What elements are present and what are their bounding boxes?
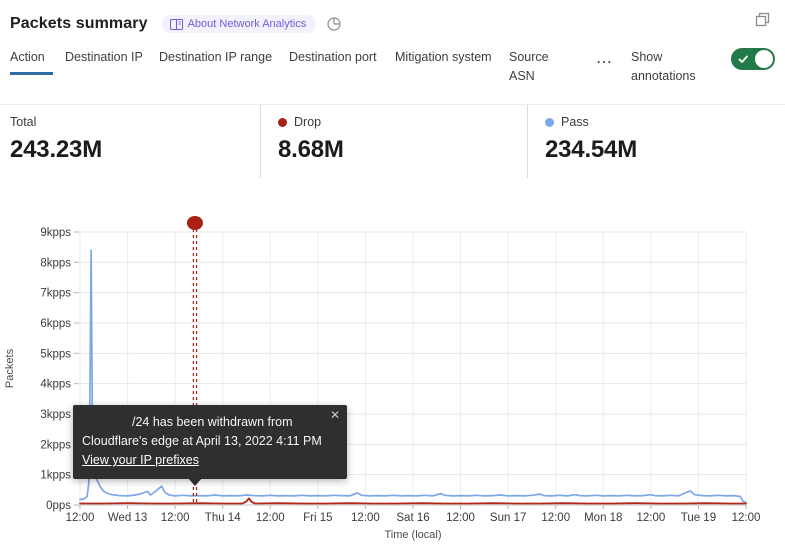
chart-area: 0pps 1kpps 2kpps 3kpps 4kpps 5kpps 6kpps 7kpps 8…	[0, 198, 785, 558]
svg-text:12:00: 12:00	[732, 512, 761, 524]
svg-text:8kpps: 8kpps	[40, 257, 71, 269]
packets-chart: 0pps 1kpps 2kpps 3kpps 4kpps 5kpps 6kpps 7kpps 8…	[0, 198, 785, 558]
stat-total-value: 243.23M	[10, 136, 260, 164]
badge-label: About Network Analytics	[188, 18, 307, 30]
svg-text:3kpps: 3kpps	[40, 409, 71, 421]
svg-text:12:00: 12:00	[161, 512, 190, 524]
summary-stats: Total 243.23M Drop 8.68M Pass 234.54M	[0, 104, 785, 178]
stat-drop: Drop 8.68M	[260, 105, 527, 178]
svg-text:4kpps: 4kpps	[40, 379, 71, 391]
book-icon	[170, 19, 183, 30]
annotation-tooltip: ✕ /24 has been withdrawn from Cloudflare…	[73, 405, 347, 479]
svg-text:12:00: 12:00	[636, 512, 665, 524]
svg-text:Thu 14: Thu 14	[205, 512, 241, 524]
stat-pass-label: Pass	[561, 115, 589, 129]
expand-window-icon[interactable]	[752, 9, 773, 33]
stat-pass: Pass 234.54M	[527, 105, 785, 178]
pass-legend-dot	[545, 118, 554, 127]
page-title: Packets summary	[10, 15, 148, 33]
svg-text:Packets: Packets	[4, 348, 16, 388]
svg-text:12:00: 12:00	[351, 512, 380, 524]
svg-text:0pps: 0pps	[46, 500, 71, 512]
tabs-overflow-icon[interactable]: ⋯	[596, 52, 613, 72]
tooltip-line1: /24 has been withdrawn from	[82, 413, 335, 432]
stat-total: Total 243.23M	[0, 105, 260, 178]
toggle-knob	[755, 50, 773, 68]
close-icon[interactable]: ✕	[330, 409, 340, 421]
svg-text:Mon 18: Mon 18	[584, 512, 622, 524]
svg-text:6kpps: 6kpps	[40, 318, 71, 330]
svg-text:12:00: 12:00	[256, 512, 285, 524]
svg-text:2kpps: 2kpps	[40, 439, 71, 451]
tab-mitigation-system[interactable]: Mitigation system	[395, 46, 497, 72]
show-annotations-label: Show annotations	[631, 46, 715, 87]
tab-source-asn[interactable]: Source ASN	[509, 46, 564, 92]
svg-text:12:00: 12:00	[66, 512, 95, 524]
svg-text:5kpps: 5kpps	[40, 348, 71, 360]
svg-text:Sun 17: Sun 17	[490, 512, 526, 524]
stat-pass-value: 234.54M	[545, 136, 785, 164]
stat-drop-value: 8.68M	[278, 136, 527, 164]
tab-destination-ip[interactable]: Destination IP	[65, 46, 147, 72]
svg-text:1kpps: 1kpps	[40, 470, 71, 482]
tab-destination-ip-range[interactable]: Destination IP range	[159, 46, 277, 72]
tooltip-caret	[188, 478, 202, 486]
svg-text:Tue 19: Tue 19	[681, 512, 716, 524]
svg-text:Wed 13: Wed 13	[108, 512, 147, 524]
check-icon	[738, 53, 749, 68]
svg-text:Sat 16: Sat 16	[396, 512, 429, 524]
svg-text:7kpps: 7kpps	[40, 288, 71, 300]
tab-action[interactable]: Action	[10, 46, 53, 75]
stat-total-label: Total	[10, 115, 36, 129]
show-annotations-toggle[interactable]	[731, 48, 775, 70]
svg-text:9kpps: 9kpps	[40, 227, 71, 239]
pie-chart-icon	[326, 16, 342, 32]
svg-text:12:00: 12:00	[446, 512, 475, 524]
view-ip-prefixes-link[interactable]: View your IP prefixes	[82, 453, 199, 467]
panel-header: Packets summary About Network Analytics	[0, 0, 785, 38]
tooltip-line2: Cloudflare's edge at April 13, 2022 4:11…	[82, 432, 335, 451]
svg-text:12:00: 12:00	[541, 512, 570, 524]
dimension-tabs: Action Destination IP Destination IP ran…	[0, 46, 785, 98]
about-network-analytics-badge[interactable]: About Network Analytics	[162, 15, 317, 33]
svg-text:Time (local): Time (local)	[384, 529, 441, 541]
drop-legend-dot	[278, 118, 287, 127]
svg-text:Fri 15: Fri 15	[303, 512, 332, 524]
stat-drop-label: Drop	[294, 115, 321, 129]
tab-destination-port[interactable]: Destination port	[289, 46, 383, 72]
